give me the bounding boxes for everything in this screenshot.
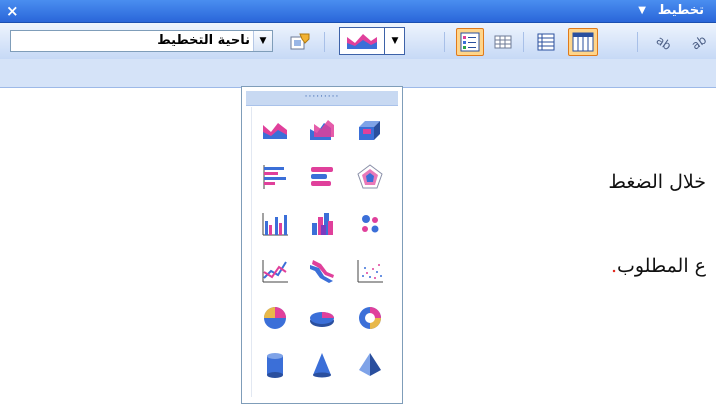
angle-down-text-icon: ab bbox=[655, 33, 673, 51]
bar-chart-option[interactable] bbox=[260, 162, 290, 192]
radar-chart-icon bbox=[357, 164, 383, 189]
area-chart-icon bbox=[263, 123, 287, 139]
by-column-button[interactable] bbox=[568, 28, 598, 56]
scatter-chart-icon bbox=[357, 260, 383, 283]
pie-chart-option[interactable] bbox=[260, 303, 290, 333]
close-icon[interactable]: × bbox=[6, 2, 19, 20]
document-text: خلال الضغط bbox=[608, 171, 706, 193]
column-3d-chart-option[interactable] bbox=[307, 209, 337, 239]
bubble-chart-icon bbox=[362, 215, 379, 233]
bar-3d-chart-icon bbox=[311, 167, 333, 186]
toolbar-options-arrow-icon[interactable]: ▼ bbox=[638, 5, 646, 17]
bubble-chart-option[interactable] bbox=[355, 209, 385, 239]
chevron-down-icon[interactable]: ▼ bbox=[253, 31, 272, 51]
by-row-button[interactable] bbox=[534, 30, 558, 54]
toolbar-separator bbox=[324, 32, 325, 52]
column-stack-3d-chart-option[interactable] bbox=[355, 115, 385, 145]
svg-text:ab: ab bbox=[689, 33, 707, 51]
area-3d-chart-icon bbox=[310, 120, 334, 140]
line-chart-option[interactable] bbox=[260, 256, 290, 286]
legend-icon bbox=[460, 32, 480, 52]
palette-drag-grip[interactable]: ········· bbox=[246, 91, 398, 106]
column-chart-option[interactable] bbox=[260, 209, 290, 239]
pyramid-chart-option[interactable] bbox=[355, 350, 385, 380]
document-text-line-2: ع المطلوب. bbox=[611, 255, 706, 277]
chart-objects-combo-value: ناحية التخطيط bbox=[157, 33, 250, 48]
line-chart-icon bbox=[262, 260, 288, 283]
doughnut-chart-option[interactable] bbox=[355, 303, 385, 333]
line-3d-chart-icon bbox=[310, 260, 334, 283]
toolbar-separator bbox=[637, 32, 638, 52]
data-table-button[interactable] bbox=[491, 30, 515, 54]
chart-type-button[interactable]: ▼ bbox=[339, 27, 405, 55]
chart-toolbar: ab ab ▼ ناحية التخطيط ▼ bbox=[0, 23, 716, 88]
column-stack-3d-chart-icon bbox=[359, 121, 380, 140]
toolbar-row: ab ab ▼ ناحية التخطيط ▼ bbox=[0, 23, 716, 59]
toolbar-separator bbox=[444, 32, 445, 52]
chart-type-dropdown-arrow[interactable]: ▼ bbox=[384, 28, 405, 54]
cone-chart-icon bbox=[313, 353, 331, 378]
bar-chart-icon bbox=[263, 165, 286, 189]
pie-3d-chart-option[interactable] bbox=[307, 303, 337, 333]
data-table-icon bbox=[494, 35, 512, 49]
cone-chart-option[interactable] bbox=[307, 350, 337, 380]
document-text: ع المطلوب bbox=[616, 255, 706, 277]
format-plot-area-button[interactable] bbox=[287, 30, 315, 54]
angle-text-upward-button[interactable]: ab bbox=[686, 30, 710, 54]
radar-chart-option[interactable] bbox=[355, 162, 385, 192]
by-row-icon bbox=[537, 33, 555, 51]
pie-3d-chart-icon bbox=[310, 312, 334, 327]
area-chart-option[interactable] bbox=[260, 115, 290, 145]
toolbar-separator bbox=[523, 32, 524, 52]
angle-text-downward-button[interactable]: ab bbox=[652, 30, 676, 54]
cylinder-chart-option[interactable] bbox=[260, 350, 290, 380]
scatter-chart-option[interactable] bbox=[355, 256, 385, 286]
bar-3d-chart-option[interactable] bbox=[307, 162, 337, 192]
line-3d-chart-option[interactable] bbox=[307, 256, 337, 286]
toolbar-title-bar[interactable]: × ▼ تخطيط bbox=[0, 0, 716, 23]
doughnut-chart-icon bbox=[359, 307, 381, 329]
chart-type-palette: ········· bbox=[241, 86, 403, 404]
pyramid-chart-icon bbox=[359, 353, 381, 376]
cylinder-chart-icon bbox=[267, 353, 283, 378]
format-icon bbox=[290, 33, 310, 50]
pie-chart-icon bbox=[264, 307, 286, 329]
document-text-line-1: خلال الضغط bbox=[608, 171, 706, 193]
angle-up-text-icon: ab bbox=[689, 33, 707, 51]
legend-button[interactable] bbox=[456, 28, 484, 56]
column-chart-icon bbox=[262, 213, 288, 236]
area-chart-icon bbox=[347, 34, 377, 49]
svg-text:ab: ab bbox=[655, 33, 673, 51]
toolbar-title: تخطيط bbox=[657, 3, 704, 18]
area-3d-chart-option[interactable] bbox=[307, 115, 337, 145]
chart-type-grid bbox=[251, 107, 394, 397]
column-3d-chart-icon bbox=[312, 213, 333, 235]
by-column-icon bbox=[572, 32, 594, 52]
chart-objects-combo[interactable]: ناحية التخطيط ▼ bbox=[10, 30, 273, 52]
